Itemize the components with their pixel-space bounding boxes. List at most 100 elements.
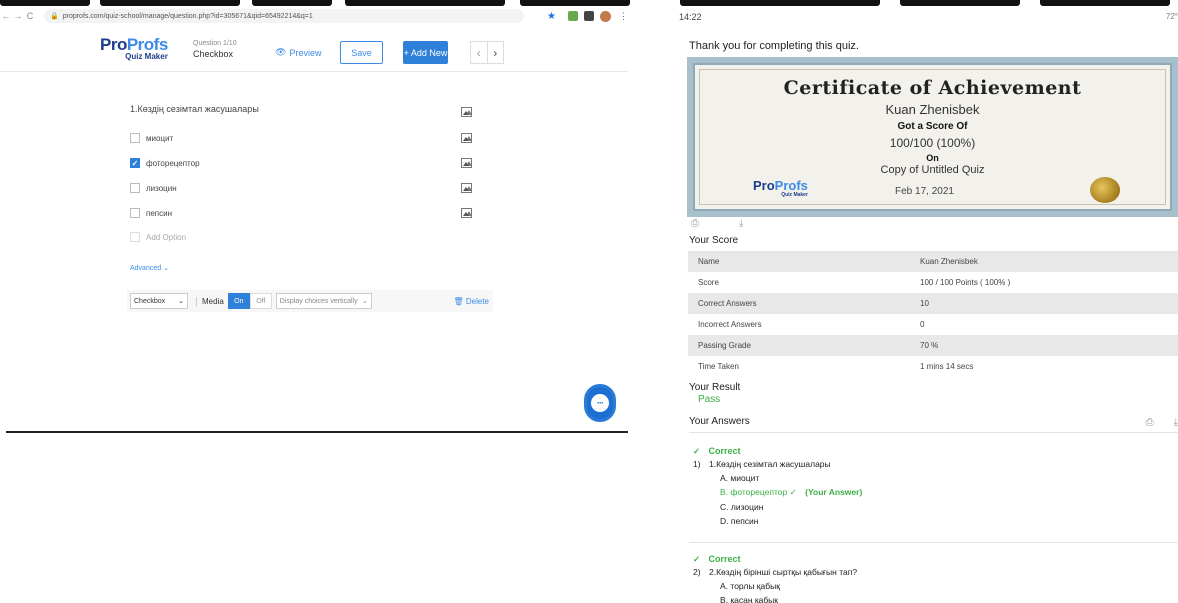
answers-divider	[689, 542, 1178, 543]
table-row: Name Kuan Zhenisbek	[688, 251, 1178, 272]
option-checkbox-checked[interactable]: ✓	[130, 158, 140, 168]
choice-text: B. фоторецептор	[720, 487, 788, 497]
prev-question-icon[interactable]: ‹	[471, 42, 487, 63]
option-label: пепсин	[146, 208, 172, 218]
image-icon[interactable]	[461, 208, 472, 218]
quiz-results-panel: 14:22 72° Thank you for completing this …	[677, 0, 1178, 603]
question-text[interactable]: 1.Көздің сезімтал жасушалары	[130, 104, 259, 114]
your-answers-heading: Your Answers	[689, 416, 750, 427]
save-button[interactable]: Save	[340, 41, 383, 64]
print-icon[interactable]: ⎙	[691, 218, 699, 229]
menu-kebab-icon[interactable]: ⋮	[619, 11, 628, 22]
certificate-on: On	[926, 153, 939, 163]
next-question-icon[interactable]: ›	[486, 42, 504, 63]
image-icon[interactable]	[461, 158, 472, 168]
preview-button[interactable]: 👁 Preview	[275, 47, 321, 58]
question-settings-bar: Checkbox ⌄ Media On Off Display choices …	[127, 290, 493, 312]
add-option[interactable]: Add Option	[130, 231, 186, 243]
score-key: Score	[698, 278, 719, 287]
table-row: Score 100 / 100 Points ( 100% )	[688, 272, 1178, 293]
answer-choice: D. пепсин	[720, 516, 759, 526]
media-off-toggle[interactable]: Off	[249, 293, 272, 309]
browser-toolbar: ← → C 🔒 proprofs.com/quiz-school/manage/…	[0, 6, 628, 26]
download-icon[interactable]: ⤓	[739, 218, 743, 229]
download-icon[interactable]: ⤓	[1174, 417, 1178, 428]
reload-icon[interactable]: C	[24, 11, 36, 21]
score-value: 0	[920, 320, 925, 329]
score-key: Correct Answers	[698, 299, 757, 308]
answers-actions: ⎙ ⤓	[1146, 417, 1178, 428]
delete-label: Delete	[465, 296, 489, 306]
option-checkbox[interactable]	[130, 208, 140, 218]
profile-avatar[interactable]	[600, 10, 611, 22]
delete-button[interactable]: 🗑 Delete	[453, 297, 489, 306]
chevron-down-icon: ⌄	[163, 265, 169, 272]
table-row: Passing Grade 70 %	[688, 335, 1178, 356]
image-icon[interactable]	[461, 107, 472, 117]
answer-question: 2.Көздің бірінші сыртқы қабығын тап?	[709, 567, 858, 577]
option-checkbox[interactable]	[130, 133, 140, 143]
certificate-quiz-name: Copy of Untitled Quiz	[880, 164, 985, 176]
score-key: Name	[698, 257, 720, 266]
certificate-date: Feb 17, 2021	[895, 186, 954, 197]
chevron-down-icon: ⌄	[361, 298, 368, 305]
option-4[interactable]: пепсин	[130, 207, 172, 219]
table-row: Time Taken 1 mins 14 secs	[688, 356, 1178, 377]
score-key: Time Taken	[698, 362, 739, 371]
image-icon[interactable]	[461, 183, 472, 193]
back-icon[interactable]: ←	[0, 11, 12, 21]
certificate: Certificate of Achievement Kuan Zhenisbe…	[687, 57, 1178, 217]
option-2[interactable]: ✓ фоторецептор	[130, 157, 200, 169]
answer-choice: C. лизоцин	[720, 502, 764, 512]
score-value: Kuan Zhenisbek	[920, 257, 978, 266]
add-option-label: Add Option	[146, 232, 187, 242]
media-on-toggle[interactable]: On	[227, 293, 250, 309]
extension-icon[interactable]	[568, 11, 578, 21]
option-checkbox[interactable]	[130, 183, 140, 193]
question-meta: Question 1/10 Checkbox	[193, 40, 237, 59]
forward-icon[interactable]: →	[12, 11, 24, 21]
option-1[interactable]: миоцит	[130, 132, 173, 144]
answer-question: 1.Көздің сезімтал жасушалары	[709, 459, 831, 469]
option-3[interactable]: лизоцин	[130, 182, 177, 194]
question-type-select[interactable]: Checkbox ⌄	[130, 293, 188, 309]
advanced-toggle[interactable]: Advanced ⌄	[130, 264, 169, 272]
chat-widget-button[interactable]: ···	[584, 384, 616, 422]
puzzle-icon[interactable]	[584, 11, 594, 21]
panel-bottom-divider	[6, 431, 628, 433]
option-label: фоторецептор	[146, 158, 200, 168]
answers-divider	[689, 432, 1178, 433]
phone-status-bar: 14:22 72°	[677, 12, 1178, 26]
certificate-got-score: Got a Score Of	[897, 121, 968, 132]
your-score-heading: Your Score	[689, 235, 739, 246]
display-choices-select[interactable]: Display choices vertically ⌄	[275, 293, 372, 309]
add-new-button[interactable]: + Add New	[403, 41, 448, 64]
proprofs-logo[interactable]: ProProfs Quiz Maker	[100, 36, 168, 61]
print-icon[interactable]: ⎙	[1146, 417, 1154, 428]
question-number: Question 1/10	[193, 40, 237, 47]
lock-icon: 🔒	[50, 13, 59, 20]
status-battery: 72°	[1165, 12, 1178, 21]
table-row: Correct Answers 10	[688, 293, 1178, 314]
answer-choice-selected: B. фоторецептор ✓ (Your Answer)	[720, 487, 1178, 498]
score-table: Name Kuan Zhenisbek Score 100 / 100 Poin…	[688, 251, 1178, 377]
certificate-title: Certificate of Achievement	[783, 77, 1082, 99]
answer-number: 1)	[693, 459, 701, 469]
chevron-down-icon: ⌄	[178, 298, 184, 305]
quiz-editor-panel: ← → C 🔒 proprofs.com/quiz-school/manage/…	[0, 0, 628, 435]
your-answer-tag: (Your Answer)	[805, 487, 863, 497]
thank-you-message: Thank you for completing this quiz.	[689, 40, 859, 52]
answer-choice: A. миоцит	[720, 473, 760, 483]
option-label: лизоцин	[146, 183, 177, 193]
trash-icon: 🗑	[453, 296, 464, 306]
gold-seal-icon	[1090, 177, 1120, 203]
logo-pro: Pro	[100, 35, 127, 54]
answer-number: 2)	[693, 567, 701, 577]
bookmark-star-icon[interactable]: ★	[547, 11, 556, 22]
address-bar[interactable]: 🔒 proprofs.com/quiz-school/manage/questi…	[44, 9, 524, 23]
image-icon[interactable]	[461, 133, 472, 143]
question-type-value: Checkbox	[134, 297, 166, 305]
url-text: proprofs.com/quiz-school/manage/question…	[62, 12, 313, 20]
editor-header: ProProfs Quiz Maker Question 1/10 Checkb…	[0, 30, 628, 72]
result-status: Pass	[698, 394, 721, 405]
